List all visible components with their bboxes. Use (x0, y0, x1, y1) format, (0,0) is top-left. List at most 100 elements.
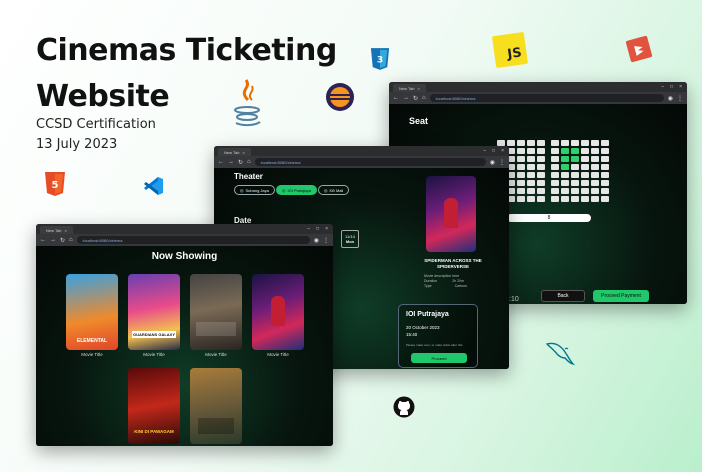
maximize-icon[interactable]: □ (492, 148, 495, 154)
seat-button[interactable] (581, 164, 589, 170)
seat-button[interactable] (561, 148, 569, 154)
seat-button[interactable] (517, 180, 525, 186)
seat-button[interactable] (581, 196, 589, 202)
seat-button[interactable] (601, 140, 609, 146)
movie-poster-guardians[interactable]: GUARDIANS GALAXY (128, 274, 180, 350)
seat-button[interactable] (581, 172, 589, 178)
profile-icon[interactable]: ◉ (668, 95, 673, 102)
seat-button[interactable] (537, 164, 545, 170)
maximize-icon[interactable]: □ (316, 226, 319, 232)
seat-button[interactable] (571, 172, 579, 178)
seat-button[interactable] (527, 188, 535, 194)
seat-button[interactable] (601, 164, 609, 170)
profile-icon[interactable]: ◉ (490, 159, 495, 166)
seat-button[interactable] (517, 156, 525, 162)
close-icon[interactable]: × (243, 150, 245, 155)
seat-button[interactable] (551, 188, 559, 194)
menu-icon[interactable]: ⋮ (499, 159, 505, 166)
seat-button[interactable] (551, 140, 559, 146)
close-icon[interactable]: × (418, 86, 420, 91)
url-input[interactable]: localhost:8080/cinema (429, 94, 664, 102)
forward-arrow-icon[interactable]: → (50, 237, 56, 243)
seat-button[interactable] (537, 148, 545, 154)
seat-button[interactable] (581, 156, 589, 162)
seat-button[interactable] (527, 180, 535, 186)
home-icon[interactable]: ⌂ (69, 237, 73, 243)
seat-button[interactable] (551, 156, 559, 162)
movie-poster-drama[interactable] (190, 368, 242, 444)
seat-button[interactable] (551, 196, 559, 202)
seat-button[interactable] (601, 196, 609, 202)
seat-button[interactable] (601, 172, 609, 178)
browser-tab[interactable]: New Tab × (393, 84, 426, 92)
seat-button[interactable] (561, 156, 569, 162)
browser-tab[interactable]: New Tab × (218, 148, 251, 156)
movie-poster-elemental[interactable]: ELEMENTAL (66, 274, 118, 350)
minimize-icon[interactable]: – (307, 226, 310, 232)
seat-button[interactable] (527, 140, 535, 146)
theater-chip-subang[interactable]: ◎ Subang Jaya (234, 185, 275, 195)
maximize-icon[interactable]: □ (670, 84, 673, 90)
browser-tab[interactable]: New Tab × (40, 226, 73, 234)
menu-icon[interactable]: ⋮ (323, 237, 329, 244)
seat-button[interactable] (517, 196, 525, 202)
forward-arrow-icon[interactable]: → (228, 159, 234, 165)
seat-button[interactable] (591, 180, 599, 186)
seat-button[interactable] (571, 156, 579, 162)
seat-button[interactable] (551, 164, 559, 170)
seat-button[interactable] (561, 140, 569, 146)
seat-button[interactable] (591, 148, 599, 154)
seat-button[interactable] (517, 164, 525, 170)
seat-button[interactable] (601, 188, 609, 194)
seat-button[interactable] (571, 196, 579, 202)
url-input[interactable]: localhost:8080/cinema (76, 236, 310, 244)
seat-button[interactable] (527, 148, 535, 154)
seat-button[interactable] (517, 148, 525, 154)
date-chip[interactable]: 11/14 Mon (341, 230, 359, 248)
menu-icon[interactable]: ⋮ (677, 95, 683, 102)
seat-button[interactable] (507, 140, 515, 146)
seat-button[interactable] (537, 196, 545, 202)
seat-button[interactable] (571, 148, 579, 154)
seat-button[interactable] (551, 148, 559, 154)
seat-button[interactable] (581, 180, 589, 186)
seat-button[interactable] (527, 196, 535, 202)
seat-button[interactable] (517, 188, 525, 194)
seat-button[interactable] (537, 140, 545, 146)
minimize-icon[interactable]: – (483, 148, 486, 154)
seat-button[interactable] (591, 156, 599, 162)
seat-button[interactable] (601, 156, 609, 162)
movie-poster-action[interactable] (190, 274, 242, 350)
seat-button[interactable] (561, 196, 569, 202)
back-button[interactable]: Back (541, 290, 585, 302)
seat-button[interactable] (551, 180, 559, 186)
close-icon[interactable]: × (65, 228, 67, 233)
reload-icon[interactable]: ↻ (413, 95, 418, 102)
theater-chip-kb[interactable]: ◎ KB Mall (318, 185, 350, 195)
seat-button[interactable] (591, 172, 599, 178)
theater-chip-ioi[interactable]: ◎ IOI Putrajaya (276, 185, 317, 195)
proceed-payment-button[interactable]: Proceed Payment (593, 290, 649, 302)
seat-button[interactable] (517, 172, 525, 178)
movie-poster-kini-di-pawagam[interactable]: KINI DI PAWAGAM (128, 368, 180, 444)
seat-button[interactable] (601, 180, 609, 186)
close-window-icon[interactable]: × (325, 226, 328, 232)
seat-button[interactable] (571, 140, 579, 146)
seat-button[interactable] (561, 188, 569, 194)
seat-button[interactable] (591, 188, 599, 194)
seat-button[interactable] (537, 188, 545, 194)
back-arrow-icon[interactable]: ← (393, 95, 399, 101)
seat-button[interactable] (571, 180, 579, 186)
seat-button[interactable] (551, 172, 559, 178)
proceed-button[interactable]: Proceed (411, 353, 467, 363)
seat-button[interactable] (591, 196, 599, 202)
seat-button[interactable] (527, 172, 535, 178)
minimize-icon[interactable]: – (661, 84, 664, 90)
close-window-icon[interactable]: × (501, 148, 504, 154)
seat-button[interactable] (571, 188, 579, 194)
seat-button[interactable] (591, 140, 599, 146)
home-icon[interactable]: ⌂ (422, 95, 426, 101)
seat-button[interactable] (571, 164, 579, 170)
seat-button[interactable] (561, 172, 569, 178)
seat-button[interactable] (601, 148, 609, 154)
